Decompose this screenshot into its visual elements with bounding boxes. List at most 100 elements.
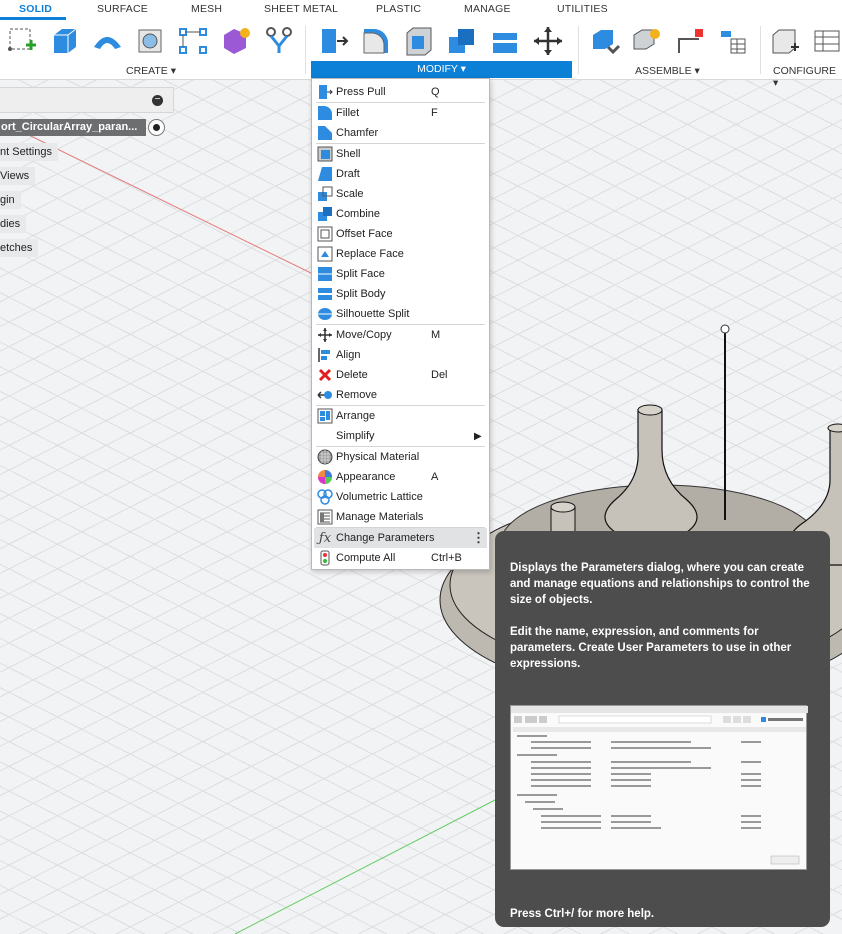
menu-item-change-parameters[interactable]: ƒx Change Parameters ⋮ [314, 528, 487, 548]
delete-icon [317, 367, 333, 383]
physical-material-icon [317, 449, 333, 465]
tab-sheet-metal[interactable]: SHEET METAL [264, 3, 338, 15]
menu-item-shell[interactable]: Shell [314, 144, 487, 164]
modify-dropdown-menu: Press Pull Q Fillet F Chamfer Shell Draf… [311, 78, 490, 570]
menu-item-label: Align [336, 349, 361, 361]
as-built-joint-icon[interactable] [674, 24, 708, 58]
pattern-icon[interactable] [176, 24, 210, 58]
menu-item-volumetric-lattice[interactable]: Volumetric Lattice [314, 487, 487, 507]
configure-table-icon[interactable] [810, 24, 842, 58]
menu-item-split-body[interactable]: Split Body [314, 284, 487, 304]
browser-item-document-settings[interactable]: nt Settings [0, 143, 58, 161]
change-parameters-tooltip: Displays the Parameters dialog, where yo… [495, 531, 830, 927]
tooltip-help-hint: Press Ctrl+/ for more help. [510, 908, 655, 920]
menu-item-chamfer[interactable]: Chamfer [314, 123, 487, 143]
menu-item-label: Scale [336, 188, 364, 200]
browser-item-sketches[interactable]: etches [0, 239, 39, 257]
browser-item-named-views[interactable]: Views [0, 167, 36, 185]
menu-item-label: Move/Copy [336, 329, 392, 341]
form-icon[interactable] [219, 24, 253, 58]
active-document-radio[interactable] [148, 119, 165, 136]
menu-item-remove[interactable]: Remove [314, 385, 487, 405]
tab-mesh[interactable]: MESH [191, 3, 222, 15]
menu-item-label: Fillet [336, 107, 360, 119]
separator [578, 26, 579, 74]
menu-item-label: Compute All [336, 552, 396, 564]
separator [760, 26, 761, 74]
menu-item-compute-all[interactable]: Compute All Ctrl+B [314, 548, 487, 568]
menu-item-label: Manage Materials [336, 511, 424, 523]
menu-item-shortcut: F [431, 107, 438, 119]
menu-item-draft[interactable]: Draft [314, 164, 487, 184]
collapse-button[interactable]: − [152, 95, 163, 106]
modify-menu-button[interactable]: MODIFY ▾ [311, 61, 572, 78]
menu-item-align[interactable]: Align [314, 345, 487, 365]
menu-item-label: Physical Material [336, 451, 420, 463]
menu-item-arrange[interactable]: Arrange [314, 406, 487, 426]
menu-item-label: Simplify [336, 430, 375, 442]
menu-item-offset-face[interactable]: Offset Face [314, 224, 487, 244]
volumetric-lattice-icon [317, 489, 333, 505]
press-pull-tool-icon[interactable] [316, 24, 350, 58]
browser-item-origin[interactable]: gin [0, 191, 21, 209]
drive-joints-icon[interactable] [716, 24, 750, 58]
arrange-icon [317, 408, 333, 424]
menu-item-label: Combine [336, 208, 381, 220]
menu-item-label: Change Parameters [336, 532, 435, 544]
create-sketch-icon[interactable] [5, 24, 39, 58]
menu-item-label: Volumetric Lattice [336, 491, 423, 503]
menu-item-label: Draft [336, 168, 360, 180]
shell-icon [317, 146, 333, 162]
split-face-icon [317, 266, 333, 282]
configure-icon[interactable] [768, 24, 802, 58]
menu-item-fillet[interactable]: Fillet F [314, 103, 487, 123]
menu-item-move-copy[interactable]: Move/Copy M [314, 325, 487, 345]
menu-item-delete[interactable]: Delete Del [314, 365, 487, 385]
simplify-icon [317, 428, 333, 444]
split-body-tool-icon[interactable] [488, 24, 522, 58]
replace-face-icon [317, 246, 333, 262]
menu-item-label: Arrange [336, 410, 376, 422]
menu-item-silhouette-split[interactable]: Silhouette Split [314, 304, 487, 324]
browser-panel-header: − [0, 87, 174, 113]
remove-icon [317, 387, 333, 403]
browser-item-bodies[interactable]: dies [0, 215, 27, 233]
shell-tool-icon[interactable] [402, 24, 436, 58]
offset-face-icon [317, 226, 333, 242]
move-tool-icon[interactable] [531, 24, 565, 58]
tab-solid[interactable]: SOLID [19, 3, 52, 15]
menu-item-press-pull[interactable]: Press Pull Q [314, 82, 487, 102]
joint-icon[interactable] [630, 24, 664, 58]
menu-item-label: Chamfer [336, 127, 379, 139]
derive-icon[interactable] [262, 24, 296, 58]
combine-tool-icon[interactable] [445, 24, 479, 58]
extrude-icon[interactable] [47, 24, 81, 58]
assemble-group-label[interactable]: ASSEMBLE ▾ [635, 65, 700, 77]
menu-item-split-face[interactable]: Split Face [314, 264, 487, 284]
menu-item-physical-material[interactable]: Physical Material [314, 447, 487, 467]
create-group-label[interactable]: CREATE ▾ [126, 65, 176, 77]
menu-item-shortcut: M [431, 329, 441, 341]
more-options-icon[interactable]: ⋮ [472, 531, 485, 544]
tab-manage[interactable]: MANAGE [464, 3, 511, 15]
tab-surface[interactable]: SURFACE [97, 3, 148, 15]
submenu-arrow-icon: ▶ [474, 430, 482, 442]
menu-item-label: Replace Face [336, 248, 404, 260]
menu-item-combine[interactable]: Combine [314, 204, 487, 224]
menu-item-scale[interactable]: Scale [314, 184, 487, 204]
tooltip-description: Displays the Parameters dialog, where yo… [510, 562, 810, 606]
new-component-icon[interactable] [589, 24, 623, 58]
fillet-tool-icon[interactable] [359, 24, 393, 58]
menu-item-simplify[interactable]: Simplify ▶ [314, 426, 487, 446]
menu-item-replace-face[interactable]: Replace Face [314, 244, 487, 264]
menu-item-manage-materials[interactable]: Manage Materials [314, 507, 487, 527]
tab-utilities[interactable]: UTILITIES [557, 3, 608, 15]
tab-plastic[interactable]: PLASTIC [376, 3, 421, 15]
menu-item-label: Split Body [336, 288, 386, 300]
compute-all-icon [317, 550, 333, 566]
revolve-icon[interactable] [90, 24, 124, 58]
menu-item-appearance[interactable]: Appearance A [314, 467, 487, 487]
menu-item-shortcut: Q [431, 86, 440, 98]
hole-icon[interactable] [133, 24, 167, 58]
browser-document-name[interactable]: ort_CircularArray_paran... [0, 119, 146, 136]
